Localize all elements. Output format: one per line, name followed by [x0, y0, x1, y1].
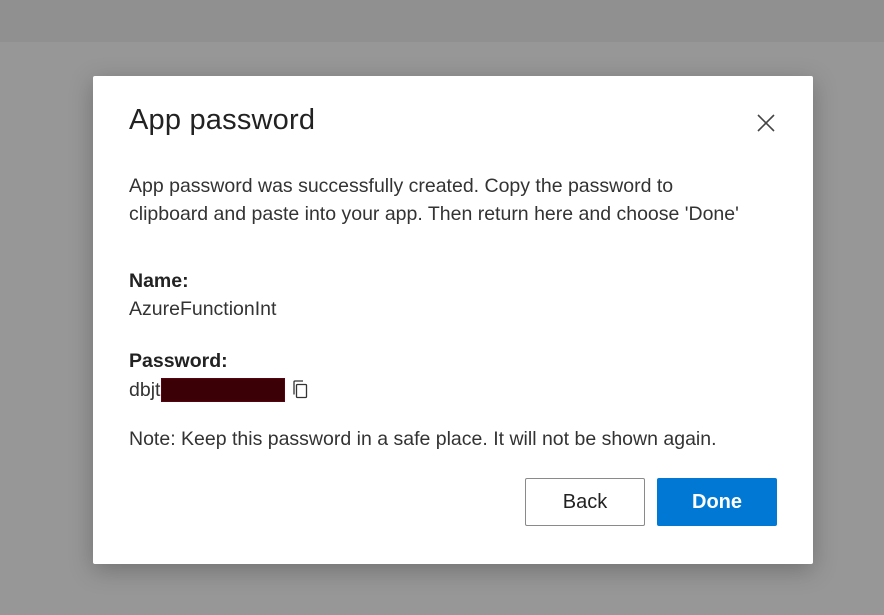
password-label: Password: — [129, 350, 228, 372]
password-value: dbjt — [129, 378, 161, 401]
safety-note: Note: Keep this password in a safe place… — [129, 428, 717, 450]
done-button[interactable]: Done — [657, 478, 777, 526]
success-message: App password was successfully created. C… — [129, 175, 739, 225]
password-redaction — [161, 378, 286, 402]
close-icon — [757, 114, 775, 132]
background-header — [0, 0, 884, 42]
name-label: Name: — [129, 270, 189, 292]
name-value: AzureFunctionInt — [129, 298, 277, 320]
app-password-dialog: App password App password was successful… — [93, 76, 813, 564]
copy-button[interactable] — [291, 379, 311, 401]
close-button[interactable] — [753, 110, 779, 136]
password-row: dbjt — [129, 376, 311, 404]
dialog-title: App password — [129, 104, 316, 136]
copy-icon — [293, 380, 308, 399]
back-button[interactable]: Back — [525, 478, 645, 526]
